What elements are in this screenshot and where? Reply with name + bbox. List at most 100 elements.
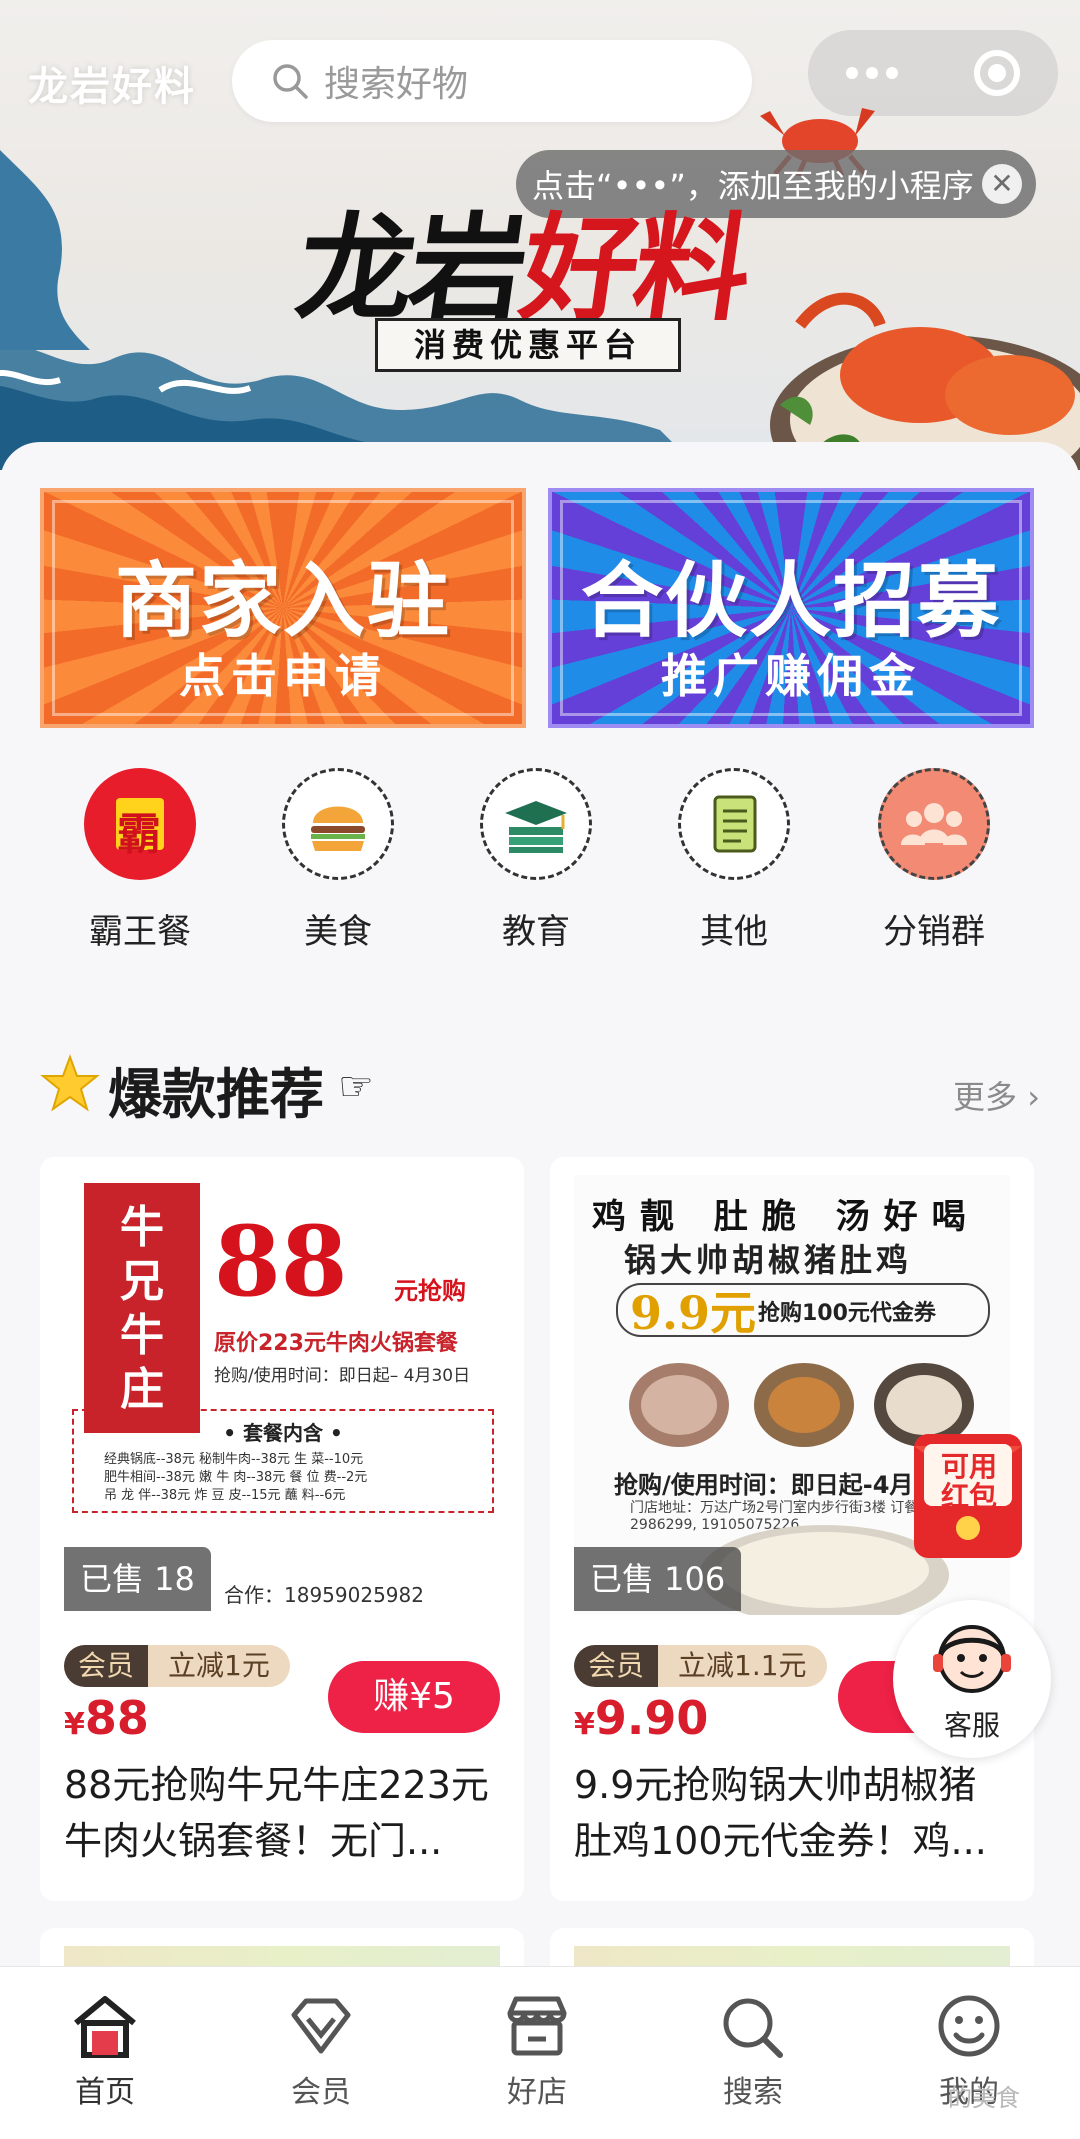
red-packet-button[interactable]: 可用红包 <box>908 1416 1028 1566</box>
product-card-peek <box>550 1928 1034 1968</box>
search-icon <box>273 64 308 99</box>
red-packet-text: 可用红包 <box>940 1450 997 1513</box>
banner-subtitle: 推广赚佣金 <box>661 649 921 703</box>
tab-label: 好店 <box>507 2075 567 2110</box>
pointing-hand-icon: ☞ <box>338 1064 374 1110</box>
discount-tags: 会员 立减1.1元 <box>574 1645 827 1687</box>
sold-count: 已售 18 <box>64 1547 211 1611</box>
merchant-join-banner[interactable]: 商家入驻 点击申请 <box>40 488 526 728</box>
smiley-icon <box>938 1995 1000 2057</box>
category-education[interactable]: 教育 <box>456 768 616 953</box>
hot-recommend-header: 爆款推荐 ☞ 更多 › <box>40 1050 1040 1126</box>
star-icon <box>40 1054 100 1112</box>
category-label: 美食 <box>304 912 372 952</box>
earn-button[interactable]: 赚¥5 <box>328 1661 500 1733</box>
logo-text-black: 龙岩 <box>289 201 533 337</box>
wave-left-decoration <box>0 150 90 350</box>
app-title: 龙岩好料 <box>28 64 196 110</box>
banner-title: 商家入驻 <box>114 554 451 649</box>
product-card[interactable]: 牛兄牛庄 88 元抢购 原价223元牛肉火锅套餐 抢购/使用时间：即日起– 4月… <box>40 1157 524 1901</box>
tip-close-icon[interactable]: ✕ <box>982 164 1022 204</box>
burger-icon <box>282 768 394 880</box>
crab-plate-image <box>770 292 1080 470</box>
partner-recruit-banner[interactable]: 合伙人招募 推广赚佣金 <box>548 488 1034 728</box>
poster-time: 抢购/使用时间：即日起– 4月30日 <box>214 1366 471 1386</box>
tab-home[interactable]: 首页 <box>30 1993 180 2111</box>
poster-set-row: 经典锅底--38元 秘制牛肉--38元 生 菜--10元 <box>104 1452 364 1467</box>
diamond-icon <box>291 1998 351 2054</box>
product-description: 9.9元抢购锅大帅胡椒猪肚鸡100元代金券！鸡... <box>574 1763 987 1863</box>
logo-subtitle: 消费优惠平台 <box>375 318 681 372</box>
category-other[interactable]: 其他 <box>654 768 814 953</box>
discount-tag: 立减1.1元 <box>658 1645 827 1687</box>
tab-label: 会员 <box>291 2075 351 2110</box>
shop-icon <box>507 1996 567 2056</box>
category-label: 分销群 <box>883 912 985 952</box>
close-miniprogram-icon[interactable] <box>974 50 1020 96</box>
member-tag: 会员 <box>64 1645 149 1687</box>
product-price: ¥9.90 <box>574 1691 708 1745</box>
product-description: 88元抢购牛兄牛庄223元牛肉火锅套餐！无门... <box>64 1763 489 1863</box>
member-tag: 会员 <box>574 1645 659 1687</box>
banner-subtitle: 点击申请 <box>179 649 387 703</box>
more-menu-icon[interactable] <box>846 67 898 79</box>
discount-tags: 会员 立减1元 <box>64 1645 290 1687</box>
home-icon <box>74 1996 136 2058</box>
poster-set-row: 吊 龙 伴--38元 炸 豆 皮--15元 蘸 料--6元 <box>104 1488 346 1503</box>
sold-count: 已售 106 <box>574 1547 742 1611</box>
customer-service-icon <box>933 1625 1011 1693</box>
poster-shop-name: 牛兄牛庄 <box>120 1202 164 1415</box>
category-label: 教育 <box>502 912 570 952</box>
poster-big-price: 9.9元 <box>630 1286 757 1340</box>
poster-shop-block: 牛兄牛庄 <box>84 1183 200 1433</box>
tab-search[interactable]: 搜索 <box>678 1993 828 2111</box>
price-value: 9.90 <box>594 1691 709 1745</box>
poster-big-price: 88 <box>214 1205 348 1318</box>
currency-symbol: ¥ <box>574 1707 595 1742</box>
price-value: 88 <box>84 1691 149 1745</box>
product-card-peek <box>40 1928 524 1968</box>
category-label: 其他 <box>700 912 768 952</box>
tab-label: 搜索 <box>723 2075 783 2110</box>
graduation-cap-icon <box>480 768 592 880</box>
watermark: 的美食 <box>948 2084 1020 2112</box>
banner-title: 合伙人招募 <box>580 554 1001 649</box>
category-label: 霸王餐 <box>89 912 191 952</box>
category-distribution-group[interactable]: 分销群 <box>854 768 1014 953</box>
category-bawang[interactable]: 霸 霸王餐 <box>60 768 220 953</box>
document-icon <box>678 768 790 880</box>
category-food[interactable]: 美食 <box>258 768 418 953</box>
poster-time: 抢购/使用时间：即日起-4月 <box>614 1471 914 1499</box>
search-input[interactable]: 搜索好物 <box>232 40 752 122</box>
poster-title: 锅大帅胡椒猪肚鸡 <box>624 1241 913 1279</box>
product-price: ¥88 <box>64 1691 149 1745</box>
poster-set-rows: 经典锅底--38元 秘制牛肉--38元 生 菜--10元 肥牛相间--38元 嫩… <box>104 1451 367 1505</box>
poster-set-title: • 套餐内含 • <box>223 1421 343 1445</box>
logo-text-red: 好料 <box>513 201 757 337</box>
poster-price-suffix: 元抢购 <box>394 1277 466 1305</box>
search-placeholder: 搜索好物 <box>324 64 469 105</box>
poster-footer: 合作：18959025982 <box>224 1583 424 1607</box>
tab-member[interactable]: 会员 <box>246 1993 396 2111</box>
currency-symbol: ¥ <box>64 1707 85 1742</box>
group-icon <box>878 768 990 880</box>
customer-service-label: 客服 <box>943 1709 1000 1742</box>
poster-voucher-text: 抢购100元代金券 <box>758 1301 936 1326</box>
poster-original-price: 原价223元牛肉火锅套餐 <box>214 1331 458 1356</box>
category-grid: 霸 霸王餐 美食 教育 其他 分销群 <box>0 768 1080 958</box>
search-icon <box>723 1998 783 2058</box>
discount-tag: 立减1元 <box>148 1645 290 1687</box>
tab-label: 首页 <box>75 2075 135 2110</box>
tab-shop[interactable]: 好店 <box>462 1993 612 2111</box>
poster-slogan: 鸡靓 肚脆 汤好喝 <box>592 1197 980 1237</box>
poster-voucher: 9.9元 抢购100元代金券 <box>616 1283 990 1340</box>
bawang-icon-text: 霸 <box>117 809 161 860</box>
hero-banner: 龙岩好料 搜索好物 点击“•••”，添加至我的小程序 ✕ 龙岩好料 消费优惠平台 <box>0 0 1080 470</box>
bawang-icon: 霸 <box>84 768 196 880</box>
poster-set-box: • 套餐内含 • 经典锅底--38元 秘制牛肉--38元 生 菜--10元 肥牛… <box>72 1409 494 1513</box>
section-title: 爆款推荐 <box>108 1063 324 1126</box>
bottom-tab-bar: 首页 会员 好店 搜索 我的 <box>0 1966 1080 2139</box>
customer-service-button[interactable]: 客服 <box>893 1600 1051 1758</box>
more-link[interactable]: 更多 › <box>953 1072 1040 1118</box>
poster-set-row: 肥牛相间--38元 嫩 牛 肉--38元 餐 位 费--2元 <box>104 1470 368 1485</box>
